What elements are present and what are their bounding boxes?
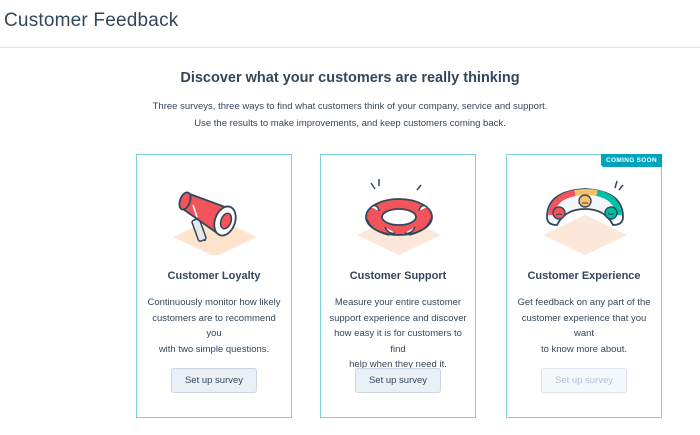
survey-card-customer-support: Customer Support Measure your entire cus… xyxy=(320,154,476,418)
megaphone-icon xyxy=(165,175,265,257)
card-description-line: Get feedback on any part of the xyxy=(517,297,651,308)
card-title: Customer Support xyxy=(349,270,447,282)
rating-gauge-icon xyxy=(535,175,635,255)
card-description: Get feedback on any part of the customer… xyxy=(515,295,653,357)
set-up-survey-button-disabled: Set up survey xyxy=(541,368,627,393)
survey-card-customer-loyalty: Customer Loyalty Continuously monitor ho… xyxy=(136,154,292,418)
card-description-line: customers are to recommend you xyxy=(152,312,276,340)
card-title: Customer Experience xyxy=(527,270,641,282)
card-description-line: support experience and discover xyxy=(329,312,467,324)
page-title: Customer Feedback xyxy=(4,10,179,31)
page-header: Customer Feedback xyxy=(0,0,700,48)
set-up-survey-button[interactable]: Set up survey xyxy=(355,368,441,393)
card-description-line: with two simple questions. xyxy=(158,343,270,355)
card-description: Continuously monitor how likely customer… xyxy=(145,295,283,357)
card-title: Customer Loyalty xyxy=(167,270,261,282)
card-description: Measure your entire customer support exp… xyxy=(329,295,467,373)
card-description-line: to know more about. xyxy=(540,343,628,355)
card-description-line: customer experience that you want xyxy=(521,312,647,340)
intro-text-line-1: Three surveys, three ways to find what c… xyxy=(152,101,548,112)
survey-card-customer-experience: COMING SOON Customer Experience Get feed… xyxy=(506,154,662,418)
card-description-line: how easy it is for customers to find xyxy=(334,328,462,355)
intro-headline: Discover what your customers are really … xyxy=(180,70,520,86)
card-description-line: Continuously monitor how likely xyxy=(147,297,281,308)
coming-soon-badge: COMING SOON xyxy=(601,154,662,167)
intro-text-line-2: Use the results to make improvements, an… xyxy=(194,118,506,129)
card-description-line: Measure your entire customer xyxy=(334,297,462,308)
set-up-survey-button[interactable]: Set up survey xyxy=(171,368,257,393)
life-ring-icon xyxy=(349,175,449,255)
